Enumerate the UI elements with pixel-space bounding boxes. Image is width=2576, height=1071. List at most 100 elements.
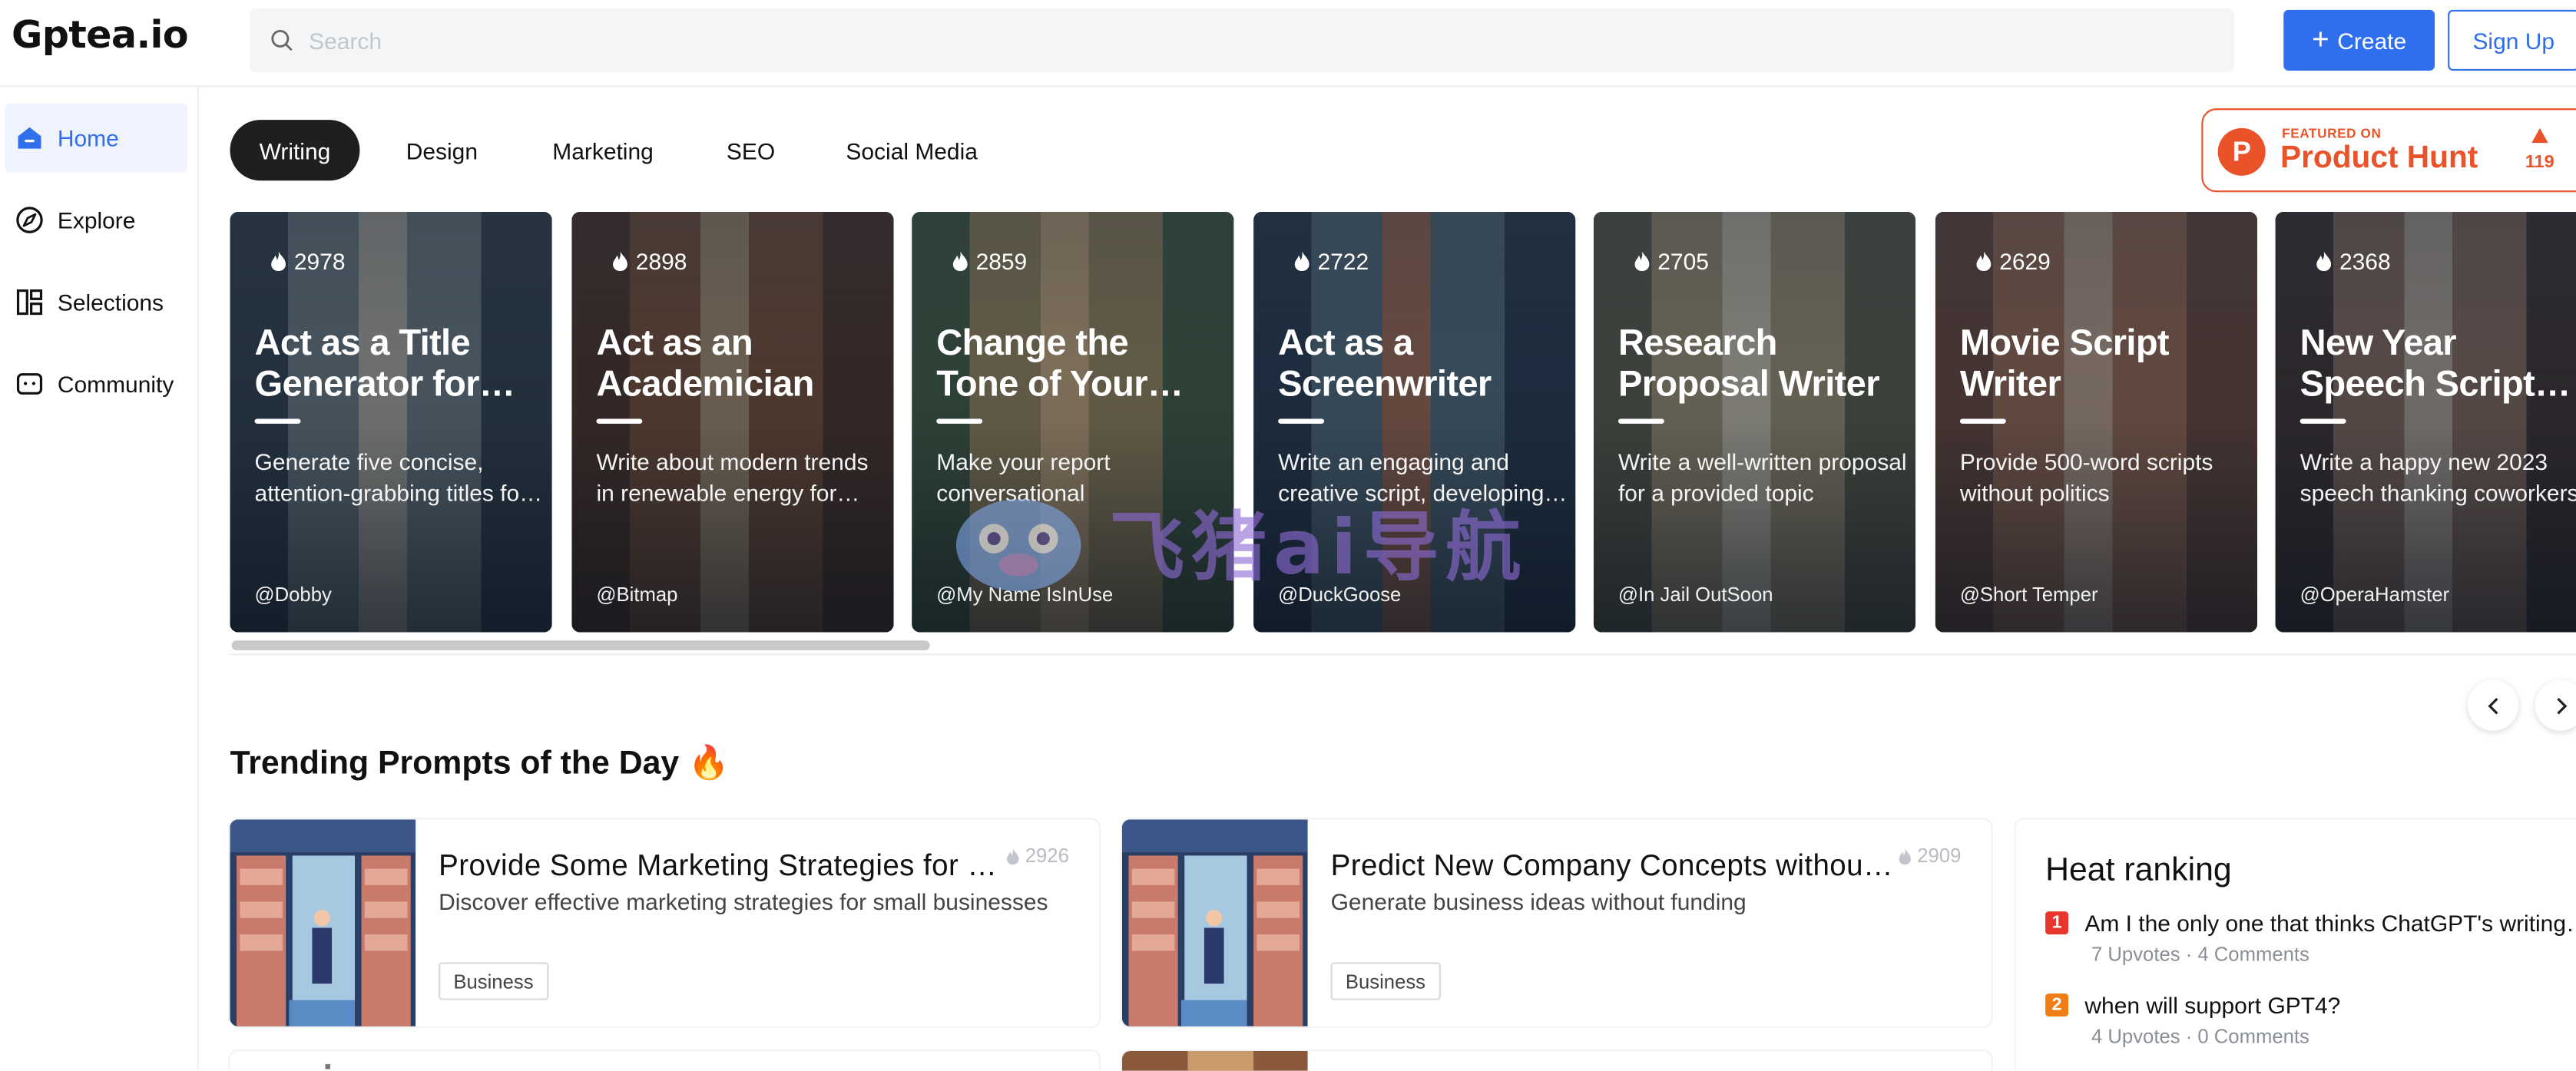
prompt-thumbnail — [230, 1050, 416, 1071]
divider — [230, 653, 2576, 656]
card-author[interactable]: @Dobby — [255, 583, 332, 606]
create-button[interactable]: + Create — [2283, 9, 2435, 71]
prompt-thumbnail — [230, 819, 416, 1026]
tab-writing[interactable]: Writing — [230, 120, 360, 181]
card-heat: 2859 — [951, 248, 1027, 274]
chat-icon — [16, 373, 43, 395]
card-heat: 2368 — [2315, 248, 2391, 274]
rank-badge: 2 — [2045, 993, 2069, 1017]
upvote-arrow-icon — [2531, 127, 2548, 144]
card-heat: 2629 — [1975, 248, 2051, 274]
flame-icon — [1976, 251, 1992, 272]
card-title[interactable]: Act as a Title Generator for Written Pie… — [255, 322, 538, 404]
search-bar[interactable] — [250, 8, 2235, 73]
sidebar: Home Explore Selections Community — [0, 87, 199, 1071]
card-author[interactable]: @Short Temper — [1960, 583, 2098, 606]
tab-seo[interactable]: SEO — [704, 120, 799, 180]
heat-count: 2909 — [1917, 844, 1962, 868]
scrollbar-thumb[interactable] — [231, 640, 930, 651]
card-title[interactable]: Act as a Screenwriter — [1278, 322, 1561, 404]
ranking-title[interactable]: Am I the only one that thinks ChatGPT's … — [2084, 910, 2576, 936]
sign-up-button[interactable]: Sign Up — [2448, 9, 2576, 71]
prompt-thumbnail — [1121, 1050, 1308, 1071]
category-tag[interactable]: Business — [1330, 962, 1441, 1000]
card-author[interactable]: @DuckGoose — [1278, 583, 1401, 606]
card-heat: 2978 — [270, 248, 346, 274]
heat-count: 2926 — [1025, 844, 1069, 868]
heat-count: 2898 — [635, 247, 687, 275]
plus-icon: + — [2312, 21, 2329, 55]
sidebar-item-home[interactable]: Home — [5, 103, 187, 173]
product-hunt-logo: P — [2217, 127, 2266, 176]
card-description: Write a well-written proposal for a prov… — [1617, 448, 1907, 506]
prompt-card[interactable]: 2629 Movie Script Writer Provide 500-word … — [1935, 211, 2258, 633]
card-title[interactable]: Research Proposal Writer — [1618, 322, 1901, 404]
page: Gptea.io + Create Sign Up Home Explore S… — [0, 0, 2576, 1071]
card-author[interactable]: @OperaHamster — [2300, 583, 2449, 606]
heat-count: 2978 — [293, 247, 346, 275]
card-title[interactable]: Change the Tone of Your Report — [936, 322, 1219, 404]
title-underline — [1617, 418, 1664, 424]
prompt-card[interactable]: 2978 Act as a Title Generator for Written… — [230, 211, 552, 633]
carousel-scrollbar[interactable] — [230, 639, 2576, 653]
tab-social-media[interactable]: Social Media — [822, 120, 1002, 180]
sidebar-item-selections[interactable]: Selections — [5, 268, 187, 337]
ranking-meta: 4 Upvotes · 0 Comments — [2091, 1024, 2309, 1048]
ranking-title[interactable]: when will support GPT4? — [2084, 992, 2576, 1018]
card-author[interactable]: @My Name IsInUse — [936, 583, 1113, 606]
prompt-card[interactable]: 2705 Research Proposal Writer Write a well… — [1593, 211, 1916, 633]
sidebar-item-explore[interactable]: Explore — [5, 186, 187, 255]
title-underline — [2300, 418, 2346, 424]
trending-item-title[interactable]: Predict New Company Concepts without Fun… — [1331, 849, 1898, 884]
tab-marketing[interactable]: Marketing — [529, 120, 677, 180]
heat-ranking-title: Heat ranking — [2045, 852, 2232, 889]
trending-item-desc: Generate business ideas without funding — [1330, 888, 1747, 915]
trending-card-2[interactable]: Predict New Company Concepts without Fun… — [1121, 819, 1992, 1026]
category-tag[interactable]: Business — [439, 962, 548, 1000]
prompt-card[interactable]: 2368 New Year Speech Script Writer Write a… — [2275, 211, 2576, 633]
title-underline — [936, 418, 983, 424]
product-hunt-badge[interactable]: P FEATURED ON Product Hunt 119 — [2201, 108, 2576, 193]
search-input[interactable] — [309, 27, 1295, 54]
card-title[interactable]: Act as an Academician — [596, 322, 879, 404]
carousel-prev-button[interactable] — [2467, 679, 2519, 731]
trending-card-4[interactable] — [1121, 1050, 1992, 1071]
card-heat: 2722 — [1293, 248, 1369, 274]
sidebar-item-community[interactable]: Community — [5, 350, 187, 419]
flame-icon — [1007, 847, 1019, 864]
card-title[interactable]: New Year Speech Script Writer — [2300, 322, 2576, 404]
chevron-right-icon — [2556, 696, 2567, 714]
prompt-card[interactable]: 2898 Act as an Academician Write about mod… — [571, 211, 894, 633]
card-author[interactable]: @In Jail OutSoon — [1618, 583, 1773, 606]
sidebar-item-label: Explore — [57, 207, 136, 233]
card-author[interactable]: @Bitmap — [596, 583, 677, 606]
trending-card-1[interactable]: Provide Some Marketing Strategies for Sm… — [230, 819, 1100, 1026]
tab-design[interactable]: Design — [378, 120, 506, 180]
card-description: Provide 500-word scripts without politic… — [1959, 448, 2213, 506]
flame-icon — [952, 251, 968, 272]
rank-badge: 1 — [2045, 911, 2069, 935]
prompt-card[interactable]: 2722 Act as a Screenwriter Write an engagi… — [1253, 211, 1576, 633]
heat-count: 2629 — [1999, 247, 2051, 275]
prompt-card[interactable]: 2859 Change the Tone of Your Report Make y… — [912, 211, 1234, 633]
card-description: Make your report conversational — [936, 448, 1111, 506]
heat-ranking-panel: Heat ranking 1 Am I the only one that th… — [2015, 819, 2576, 1071]
sidebar-item-label: Selections — [57, 289, 164, 316]
logo[interactable]: Gptea.io — [12, 15, 189, 58]
sidebar-item-label: Home — [57, 124, 119, 151]
prompt-thumbnail — [1121, 819, 1308, 1026]
carousel-next-button[interactable] — [2535, 679, 2576, 731]
create-label: Create — [2337, 27, 2407, 54]
heat-count: 2368 — [2339, 247, 2391, 275]
trending-card-3[interactable] — [230, 1050, 1100, 1071]
heat-count: 2705 — [1657, 247, 1709, 275]
trending-item-title[interactable]: Provide Some Marketing Strategies for Sm… — [439, 849, 1005, 884]
card-title[interactable]: Movie Script Writer — [1960, 322, 2243, 404]
flame-icon — [271, 251, 286, 272]
trending-title: Trending Prompts of the Day 🔥 — [230, 745, 730, 782]
trending-item-heat: 2926 — [1005, 844, 1069, 867]
card-heat: 2898 — [611, 248, 687, 274]
top-header: Gptea.io + Create Sign Up — [0, 0, 2576, 88]
heat-count: 2859 — [975, 247, 1028, 275]
flame-icon — [1294, 251, 1310, 272]
